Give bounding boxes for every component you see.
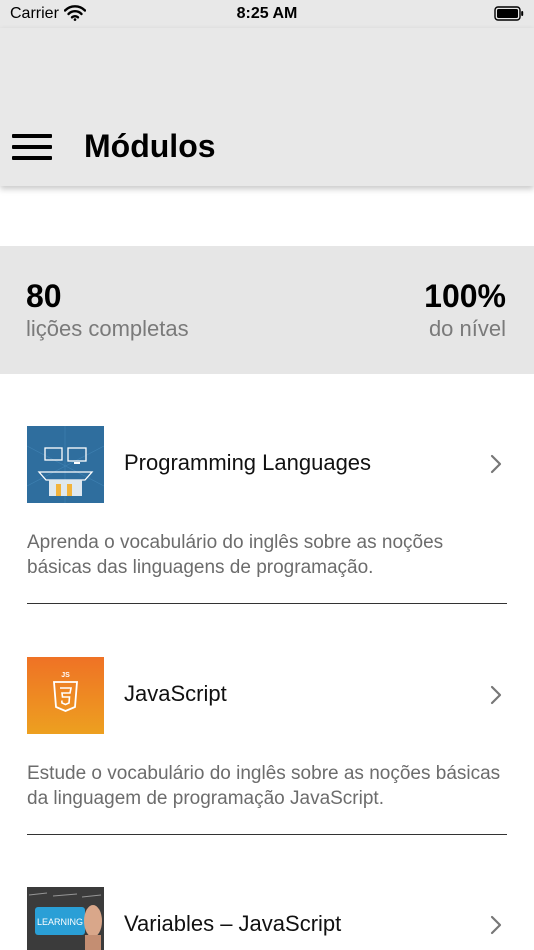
module-description: Estude o vocabulário do inglês sobre as … — [27, 763, 501, 809]
chevron-right-icon — [488, 915, 504, 935]
page-title: Módulos — [84, 128, 216, 164]
module-title: Programming Languages — [124, 450, 372, 475]
module-item-programming-languages[interactable]: Programming Languages Aprenda o vocabulá… — [0, 426, 534, 606]
variables-thumbnail: LEARNING — [27, 887, 104, 950]
divider — [27, 834, 507, 835]
module-title: JavaScript — [124, 681, 227, 706]
hamburger-menu-icon[interactable] — [12, 134, 52, 162]
progress-summary: 80 lições completas 100% do nível — [0, 246, 534, 374]
lessons-completed-value: 80 — [26, 278, 62, 314]
navigation-bar: Módulos — [0, 28, 534, 186]
status-bar: Carrier 8:25 AM — [0, 0, 534, 28]
clock: 8:25 AM — [236, 5, 298, 22]
javascript-thumbnail-text: JS — [61, 672, 70, 679]
module-item-variables-javascript[interactable]: LEARNING Variables – JavaScript — [0, 887, 534, 950]
module-description: Aprenda o vocabulário do inglês sobre as… — [27, 532, 444, 578]
level-progress-stat: 100% do nível — [424, 278, 506, 344]
lessons-completed-stat: 80 lições completas — [26, 278, 189, 344]
level-progress-value: 100% — [424, 278, 506, 314]
divider — [27, 603, 507, 604]
module-item-javascript[interactable]: JS JavaScript Estude o vocabulário do in… — [0, 657, 534, 837]
programming-languages-thumbnail — [27, 426, 104, 503]
chevron-right-icon — [488, 685, 504, 705]
battery-icon — [494, 6, 524, 26]
lessons-completed-label: lições completas — [26, 316, 189, 341]
level-progress-label: do nível — [428, 316, 506, 341]
chevron-right-icon — [488, 454, 504, 474]
variables-thumbnail-text: LEARNING — [37, 917, 83, 927]
javascript-thumbnail: JS — [27, 657, 104, 734]
module-title: Variables – JavaScript — [124, 911, 342, 936]
